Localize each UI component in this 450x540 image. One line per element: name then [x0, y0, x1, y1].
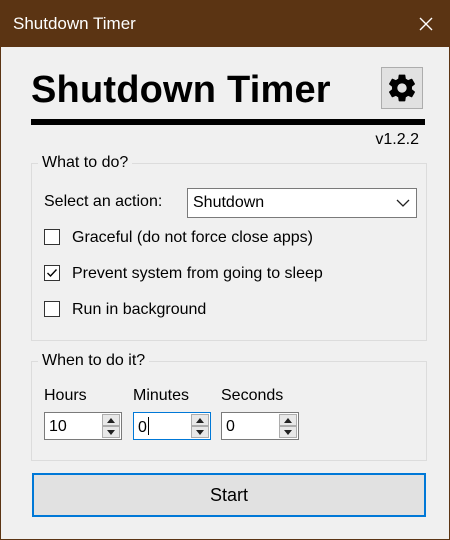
window-title: Shutdown Timer [13, 14, 136, 33]
when-to-do-group: When to do it? Hours 10 Minutes 0 Second… [31, 351, 427, 461]
run-background-checkbox[interactable]: Run in background [44, 300, 404, 322]
checkbox-box[interactable] [44, 229, 60, 245]
what-to-do-legend: What to do? [38, 153, 133, 173]
arrow-up-icon [284, 417, 292, 423]
arrow-down-icon [284, 429, 292, 435]
arrow-down-icon [107, 429, 115, 435]
close-button[interactable] [403, 1, 449, 47]
checkbox-box[interactable] [44, 301, 60, 317]
run-background-label: Run in background [72, 301, 207, 318]
action-select-value: Shutdown [193, 194, 265, 211]
prevent-sleep-checkbox[interactable]: Prevent system from going to sleep [44, 264, 404, 286]
start-button[interactable]: Start [32, 473, 426, 517]
hours-spin-buttons [102, 414, 120, 438]
arrow-up-icon [107, 417, 115, 423]
hours-label: Hours [44, 387, 87, 404]
gear-icon [389, 74, 415, 102]
arrow-up-icon [196, 417, 204, 423]
app-heading: Shutdown Timer [31, 69, 331, 111]
minutes-spin-buttons [191, 414, 209, 438]
minutes-value[interactable]: 0 [138, 417, 149, 438]
minutes-value-text: 0 [138, 419, 147, 436]
hours-stepper[interactable]: 10 [44, 412, 122, 440]
minutes-decrement-button[interactable] [191, 426, 209, 438]
version-label: v1.2.2 [375, 131, 419, 148]
seconds-stepper[interactable]: 0 [221, 412, 299, 440]
close-icon [419, 17, 433, 31]
title-bar[interactable]: Shutdown Timer [1, 1, 449, 47]
action-label: Select an action: [44, 193, 163, 210]
what-to-do-group: What to do? Select an action: Shutdown G… [31, 153, 427, 341]
settings-button[interactable] [381, 67, 423, 109]
checkbox-box[interactable] [44, 265, 60, 281]
app-window: Shutdown Timer Shutdown Timer v1.2.2 Wha… [0, 0, 450, 540]
checkmark-icon [47, 269, 58, 278]
arrow-down-icon [196, 429, 204, 435]
graceful-checkbox[interactable]: Graceful (do not force close apps) [44, 228, 404, 250]
minutes-stepper[interactable]: 0 [133, 412, 211, 440]
hours-decrement-button[interactable] [102, 426, 120, 438]
chevron-down-icon [396, 199, 410, 207]
seconds-decrement-button[interactable] [279, 426, 297, 438]
when-to-do-legend: When to do it? [38, 351, 150, 371]
seconds-increment-button[interactable] [279, 414, 297, 426]
hours-increment-button[interactable] [102, 414, 120, 426]
client-area: Shutdown Timer v1.2.2 What to do? Select… [1, 47, 449, 539]
action-select[interactable]: Shutdown [187, 188, 417, 218]
prevent-sleep-label: Prevent system from going to sleep [72, 265, 323, 282]
hours-value[interactable]: 10 [49, 417, 67, 437]
graceful-label: Graceful (do not force close apps) [72, 229, 314, 246]
minutes-label: Minutes [133, 387, 190, 404]
seconds-label: Seconds [221, 387, 284, 404]
seconds-value[interactable]: 0 [226, 417, 235, 437]
title-divider [31, 119, 425, 125]
seconds-spin-buttons [279, 414, 297, 438]
minutes-increment-button[interactable] [191, 414, 209, 426]
text-caret [147, 417, 149, 435]
